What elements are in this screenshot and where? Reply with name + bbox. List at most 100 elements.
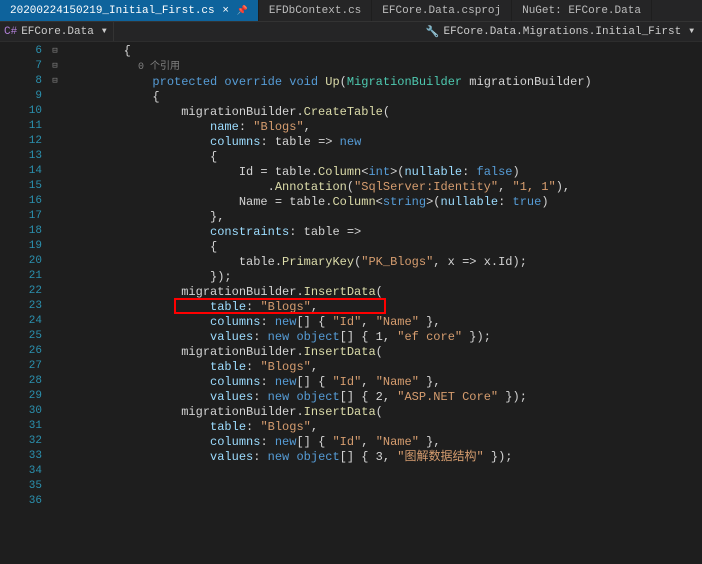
token: (	[376, 285, 383, 299]
chevron-down-icon[interactable]: ▼	[685, 27, 698, 36]
tab-1[interactable]: EFDbContext.cs	[259, 0, 372, 21]
code-line[interactable]: values: new object[] { 2, "ASP.NET Core"…	[66, 390, 702, 405]
token: ,	[361, 435, 375, 449]
code-line[interactable]: {	[66, 90, 702, 105]
code-line[interactable]: columns: new[] { "Id", "Name" },	[66, 315, 702, 330]
code-line[interactable]: .Annotation("SqlServer:Identity", "1, 1"…	[66, 180, 702, 195]
code-line[interactable]: table: "Blogs",	[66, 360, 702, 375]
token	[66, 360, 210, 374]
token: new	[340, 135, 362, 149]
token: ,	[498, 180, 512, 194]
tab-2[interactable]: EFCore.Data.csproj	[372, 0, 512, 21]
token: nullable	[441, 195, 499, 209]
fold-toggle[interactable]: ⊟	[48, 74, 62, 89]
code-line[interactable]: table: "Blogs",	[66, 300, 702, 315]
code-line[interactable]: protected override void Up(MigrationBuil…	[66, 75, 702, 90]
code-line[interactable]: });	[66, 270, 702, 285]
token: (	[347, 180, 354, 194]
token: "PK_Blogs"	[361, 255, 433, 269]
fold-column[interactable]: ⊟⊟⊟	[48, 42, 62, 564]
line-number: 15	[14, 179, 42, 194]
token: InsertData	[304, 345, 376, 359]
line-number: 12	[14, 134, 42, 149]
token	[66, 390, 210, 404]
close-icon[interactable]: ×	[221, 6, 231, 16]
token: )	[513, 165, 520, 179]
token: {	[66, 150, 217, 164]
code-line[interactable]: migrationBuilder.InsertData(	[66, 345, 702, 360]
token: "Name"	[376, 375, 419, 389]
token: :	[253, 390, 267, 404]
token: , x => x.Id);	[433, 255, 527, 269]
code-line[interactable]: },	[66, 210, 702, 225]
token: });	[462, 330, 491, 344]
line-number: 9	[14, 89, 42, 104]
token: :	[260, 375, 274, 389]
token: :	[498, 195, 512, 209]
code-line[interactable]: values: new object[] { 3, "图解数据结构" });	[66, 450, 702, 465]
csharp-icon: C#	[4, 26, 17, 38]
token: migrationBuilder.	[66, 405, 304, 419]
token: {	[66, 240, 217, 254]
token: });	[498, 390, 527, 404]
tab-0[interactable]: 20200224150219_Initial_First.cs×📌	[0, 0, 259, 21]
codelens[interactable]: 0 个引用	[66, 59, 702, 75]
token: "Id"	[332, 375, 361, 389]
token	[66, 62, 138, 73]
token: name	[210, 120, 239, 134]
token: .	[66, 180, 275, 194]
chevron-down-icon[interactable]: ▼	[98, 27, 111, 36]
token: {	[66, 90, 160, 104]
token: Column	[318, 165, 361, 179]
token	[66, 420, 210, 434]
line-number: 26	[14, 344, 42, 359]
token: [] {	[296, 315, 332, 329]
breadcrumb-left[interactable]: C# EFCore.Data ▼	[4, 26, 111, 38]
token: ,	[304, 120, 311, 134]
token: new	[275, 435, 297, 449]
token: MigrationBuilder	[347, 75, 462, 89]
token	[66, 120, 210, 134]
code-line[interactable]: columns: table => new	[66, 135, 702, 150]
tab-3[interactable]: NuGet: EFCore.Data	[512, 0, 652, 21]
token: ,	[311, 420, 318, 434]
fold-toggle[interactable]: ⊟	[48, 44, 62, 59]
line-number: 25	[14, 329, 42, 344]
outline-gutter	[0, 42, 14, 564]
token: (	[383, 105, 390, 119]
token: nullable	[404, 165, 462, 179]
code-line[interactable]: Name = table.Column<string>(nullable: tr…	[66, 195, 702, 210]
token: >(	[426, 195, 440, 209]
token: int	[368, 165, 390, 179]
breadcrumb-right[interactable]: 🔧 EFCore.Data.Migrations.Initial_First ▼	[426, 25, 698, 39]
code-line[interactable]: Id = table.Column<int>(nullable: false)	[66, 165, 702, 180]
fold-toggle[interactable]: ⊟	[48, 59, 62, 74]
line-number: 20	[14, 254, 42, 269]
line-number: 21	[14, 269, 42, 284]
code-line[interactable]: table.PrimaryKey("PK_Blogs", x => x.Id);	[66, 255, 702, 270]
code-line[interactable]: migrationBuilder.CreateTable(	[66, 105, 702, 120]
code-line[interactable]: migrationBuilder.InsertData(	[66, 285, 702, 300]
code-line[interactable]: values: new object[] { 1, "ef core" });	[66, 330, 702, 345]
code-line[interactable]: columns: new[] { "Id", "Name" },	[66, 435, 702, 450]
token: :	[246, 420, 260, 434]
code-line[interactable]: constraints: table =>	[66, 225, 702, 240]
token: CreateTable	[304, 105, 383, 119]
token: {	[66, 44, 131, 58]
code-line[interactable]: {	[66, 44, 702, 59]
code-line[interactable]: {	[66, 150, 702, 165]
token: "图解数据结构"	[397, 450, 483, 464]
code-line[interactable]: columns: new[] { "Id", "Name" },	[66, 375, 702, 390]
code-area[interactable]: { 0 个引用 protected override void Up(Migra…	[62, 42, 702, 564]
code-line[interactable]: {	[66, 240, 702, 255]
line-number: 7	[14, 59, 42, 74]
breadcrumb-project: EFCore.Data	[21, 26, 94, 38]
code-editor[interactable]: 6789101112131415161718192021222324252627…	[0, 42, 702, 564]
token	[66, 330, 210, 344]
token: string	[383, 195, 426, 209]
code-line[interactable]: table: "Blogs",	[66, 420, 702, 435]
line-number: 34	[14, 464, 42, 479]
pin-icon[interactable]: 📌	[237, 6, 248, 16]
code-line[interactable]: migrationBuilder.InsertData(	[66, 405, 702, 420]
code-line[interactable]: name: "Blogs",	[66, 120, 702, 135]
